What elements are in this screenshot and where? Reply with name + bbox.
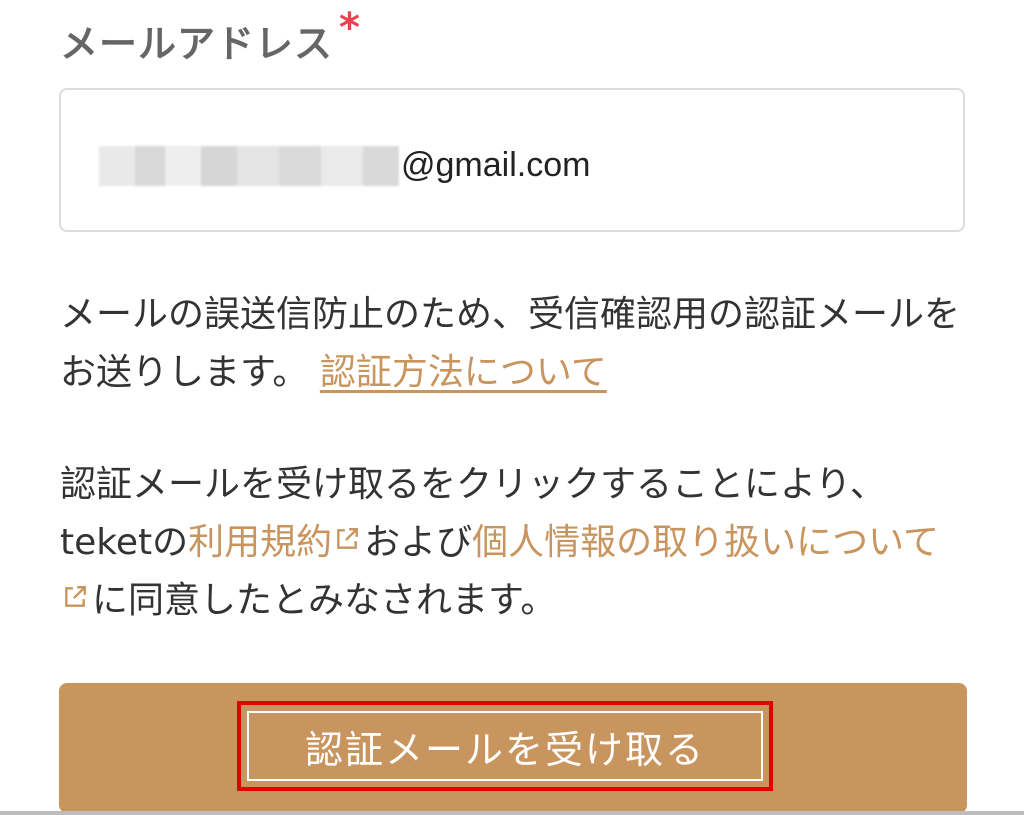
external-link-icon (337, 528, 359, 549)
email-label-text: メールアドレス (60, 22, 334, 66)
email-value: @gmail.com (401, 146, 591, 184)
email-input[interactable]: @gmail.com (59, 88, 965, 232)
masked-email-local-part (99, 146, 399, 186)
bottom-divider (0, 811, 1024, 815)
consent-middle: および (364, 522, 473, 563)
privacy-link-label: 個人情報の取り扱いについて (472, 522, 940, 563)
submit-button-label: 認証メールを受け取る (304, 727, 705, 772)
external-link-icon (65, 586, 86, 607)
email-field-label: メールアドレス * (60, 5, 361, 70)
receive-verification-email-button[interactable]: 認証メールを受け取る (59, 683, 967, 813)
verification-notice: メールの誤送信防止のため、受信確認用の認証メールをお送りします。 認証方法につい… (60, 286, 960, 402)
highlight-box[interactable]: 認証メールを受け取る (237, 701, 773, 791)
terms-link-label: 利用規約 (188, 522, 333, 563)
terms-link[interactable]: 利用規約 (188, 522, 364, 563)
consent-text: 認証メールを受け取るをクリックすることにより、teketの利用規約 および個人情報… (60, 456, 960, 630)
verification-method-link[interactable]: 認証方法について (320, 352, 607, 393)
required-mark: * (339, 5, 361, 51)
consent-suffix: に同意したとみなされます。 (92, 580, 557, 621)
